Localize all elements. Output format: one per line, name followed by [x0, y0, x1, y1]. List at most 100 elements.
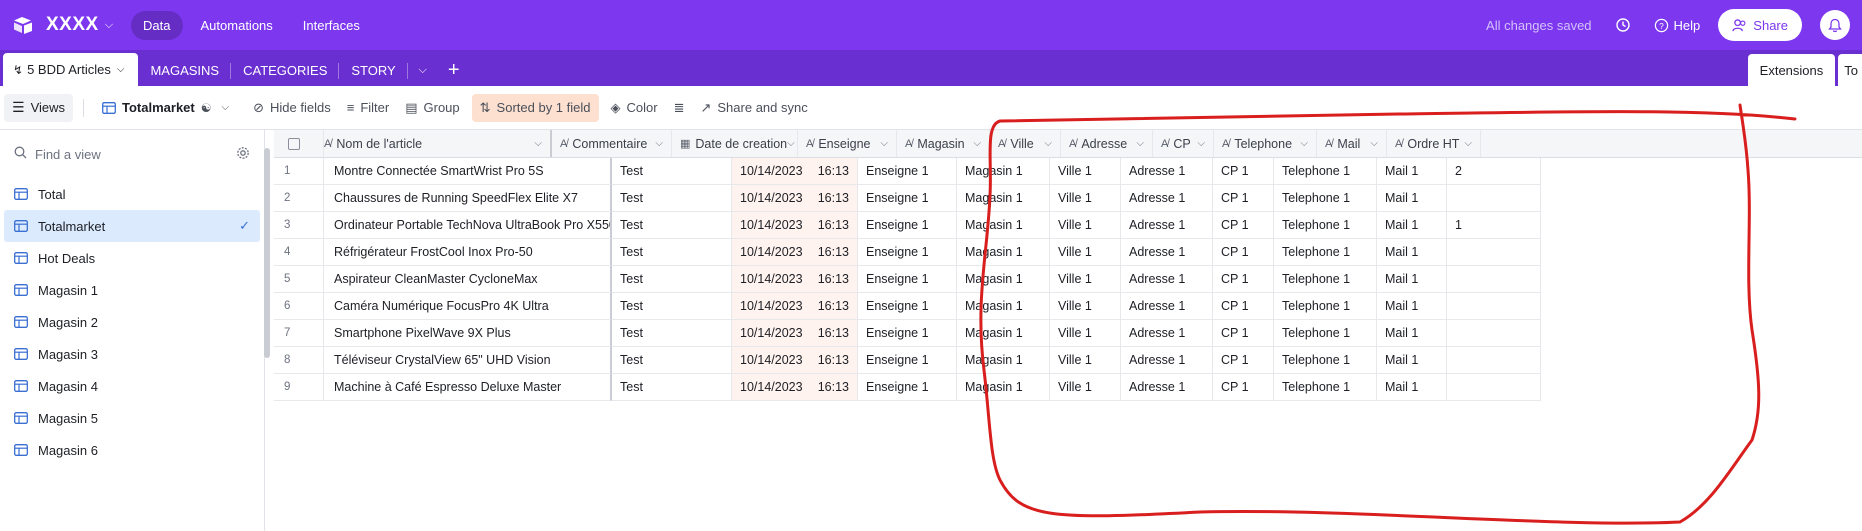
share-sync-button[interactable]: ↗ Share and sync: [692, 94, 815, 122]
row-number[interactable]: 4: [274, 239, 324, 266]
cell-adresse[interactable]: Adresse 1: [1121, 266, 1213, 293]
cell-date[interactable]: 10/14/2023 16:13: [732, 212, 858, 239]
table-row[interactable]: 2 Chaussures de Running SpeedFlex Elite X…: [274, 185, 1862, 212]
cell-adresse[interactable]: Adresse 1: [1121, 347, 1213, 374]
more-tables-chevron-icon[interactable]: ⌵: [408, 54, 438, 86]
cell-adresse[interactable]: Adresse 1: [1121, 374, 1213, 401]
chevron-down-icon[interactable]: ⌵: [534, 138, 542, 149]
cell-ville[interactable]: Ville 1: [1050, 266, 1121, 293]
chevron-down-icon[interactable]: ⌵: [880, 138, 888, 149]
cell-mail[interactable]: Mail 1: [1377, 185, 1447, 212]
cell-cp[interactable]: CP 1: [1213, 320, 1274, 347]
cell-ordre-ht[interactable]: [1447, 185, 1541, 212]
cell-commentaire[interactable]: Test: [612, 158, 732, 185]
row-number[interactable]: 6: [274, 293, 324, 320]
cell-enseigne[interactable]: Enseigne 1: [858, 239, 957, 266]
cell-cp[interactable]: CP 1: [1213, 185, 1274, 212]
table-row[interactable]: 4 Réfrigérateur FrostCool Inox Pro-50 Test…: [274, 239, 1862, 266]
help-button[interactable]: ? Help: [1654, 18, 1700, 33]
chevron-down-icon[interactable]: ⌵: [105, 19, 113, 32]
cell-magasin[interactable]: Magasin 1: [957, 320, 1050, 347]
cell-mail[interactable]: Mail 1: [1377, 239, 1447, 266]
cell-telephone[interactable]: Telephone 1: [1274, 239, 1377, 266]
col-header-date[interactable]: ▦ Date de creation ⌵: [672, 130, 798, 157]
chevron-down-icon[interactable]: ⌵: [1136, 138, 1144, 149]
chevron-down-icon[interactable]: ⌵: [1370, 138, 1378, 149]
sidebar-view-item[interactable]: Total: [4, 178, 260, 210]
cell-ordre-ht[interactable]: [1447, 239, 1541, 266]
col-header-ordre-ht[interactable]: A̸ Ordre HT ⌵: [1387, 130, 1481, 157]
cell-ordre-ht[interactable]: [1447, 320, 1541, 347]
cell-commentaire[interactable]: Test: [612, 320, 732, 347]
cell-magasin[interactable]: Magasin 1: [957, 158, 1050, 185]
cell-article-name[interactable]: Téléviseur CrystalView 65" UHD Vision: [324, 347, 612, 374]
share-button[interactable]: Share: [1718, 9, 1802, 41]
cell-magasin[interactable]: Magasin 1: [957, 374, 1050, 401]
cell-enseigne[interactable]: Enseigne 1: [858, 158, 957, 185]
table-row[interactable]: 1 Montre Connectée SmartWrist Pro 5S Test 1…: [274, 158, 1862, 185]
cell-cp[interactable]: CP 1: [1213, 212, 1274, 239]
cell-magasin[interactable]: Magasin 1: [957, 212, 1050, 239]
table-row[interactable]: 7 Smartphone PixelWave 9X Plus Test 10/14/2…: [274, 320, 1862, 347]
cell-enseigne[interactable]: Enseigne 1: [858, 266, 957, 293]
chevron-down-icon[interactable]: ⌵: [1197, 138, 1205, 149]
cell-adresse[interactable]: Adresse 1: [1121, 239, 1213, 266]
cell-adresse[interactable]: Adresse 1: [1121, 212, 1213, 239]
airtable-logo-icon[interactable]: [12, 14, 34, 36]
cell-article-name[interactable]: Machine à Café Espresso Deluxe Master: [324, 374, 612, 401]
cell-ville[interactable]: Ville 1: [1050, 185, 1121, 212]
cell-ordre-ht[interactable]: [1447, 293, 1541, 320]
cell-ville[interactable]: Ville 1: [1050, 320, 1121, 347]
cell-magasin[interactable]: Magasin 1: [957, 266, 1050, 293]
cell-enseigne[interactable]: Enseigne 1: [858, 347, 957, 374]
cell-adresse[interactable]: Adresse 1: [1121, 158, 1213, 185]
chevron-down-icon[interactable]: ⌵: [655, 138, 663, 149]
add-table-plus-icon[interactable]: +: [438, 54, 470, 86]
col-header-mail[interactable]: A̸ Mail ⌵: [1317, 130, 1387, 157]
cell-ordre-ht[interactable]: 1: [1447, 212, 1541, 239]
tab-story[interactable]: STORY: [339, 54, 408, 86]
chevron-down-icon[interactable]: ⌵: [1464, 138, 1472, 149]
cell-date[interactable]: 10/14/2023 16:13: [732, 293, 858, 320]
cell-commentaire[interactable]: Test: [612, 347, 732, 374]
cell-ville[interactable]: Ville 1: [1050, 158, 1121, 185]
col-header-magasin[interactable]: A̸ Magasin ⌵: [897, 130, 990, 157]
table-row[interactable]: 3 Ordinateur Portable TechNova UltraBook …: [274, 212, 1862, 239]
sidebar-view-item[interactable]: Magasin 5: [4, 402, 260, 434]
sidebar-view-item[interactable]: Magasin 6: [4, 434, 260, 466]
cell-telephone[interactable]: Telephone 1: [1274, 293, 1377, 320]
cell-article-name[interactable]: Ordinateur Portable TechNova UltraBook P…: [324, 212, 612, 239]
row-number[interactable]: 1: [274, 158, 324, 185]
sidebar-view-item[interactable]: Magasin 1: [4, 274, 260, 306]
cell-magasin[interactable]: Magasin 1: [957, 239, 1050, 266]
notifications-bell-icon[interactable]: [1820, 10, 1850, 40]
cell-telephone[interactable]: Telephone 1: [1274, 185, 1377, 212]
cell-magasin[interactable]: Magasin 1: [957, 347, 1050, 374]
table-row[interactable]: 6 Caméra Numérique FocusPro 4K Ultra Test 1…: [274, 293, 1862, 320]
nav-interfaces[interactable]: Interfaces: [291, 11, 372, 40]
cell-date[interactable]: 10/14/2023 16:13: [732, 239, 858, 266]
chevron-down-icon[interactable]: ⌵: [973, 138, 981, 149]
cell-adresse[interactable]: Adresse 1: [1121, 185, 1213, 212]
cell-cp[interactable]: CP 1: [1213, 158, 1274, 185]
cell-commentaire[interactable]: Test: [612, 293, 732, 320]
cell-mail[interactable]: Mail 1: [1377, 212, 1447, 239]
cell-cp[interactable]: CP 1: [1213, 347, 1274, 374]
nav-data[interactable]: Data: [131, 10, 183, 40]
cell-telephone[interactable]: Telephone 1: [1274, 347, 1377, 374]
cell-cp[interactable]: CP 1: [1213, 374, 1274, 401]
cell-article-name[interactable]: Caméra Numérique FocusPro 4K Ultra: [324, 293, 612, 320]
cell-enseigne[interactable]: Enseigne 1: [858, 212, 957, 239]
cell-mail[interactable]: Mail 1: [1377, 320, 1447, 347]
table-row[interactable]: 9 Machine à Café Espresso Deluxe Master Te…: [274, 374, 1862, 401]
history-icon[interactable]: [1614, 16, 1632, 34]
cell-date[interactable]: 10/14/2023 16:13: [732, 158, 858, 185]
table-row[interactable]: 8 Téléviseur CrystalView 65" UHD Vision Te…: [274, 347, 1862, 374]
views-toggle-button[interactable]: ☰ Views: [4, 93, 74, 122]
gear-icon[interactable]: [236, 146, 250, 163]
cell-ville[interactable]: Ville 1: [1050, 212, 1121, 239]
sidebar-view-item[interactable]: Hot Deals: [4, 242, 260, 274]
cell-date[interactable]: 10/14/2023 16:13: [732, 347, 858, 374]
cell-ordre-ht[interactable]: [1447, 374, 1541, 401]
tools-button[interactable]: To: [1838, 54, 1862, 86]
